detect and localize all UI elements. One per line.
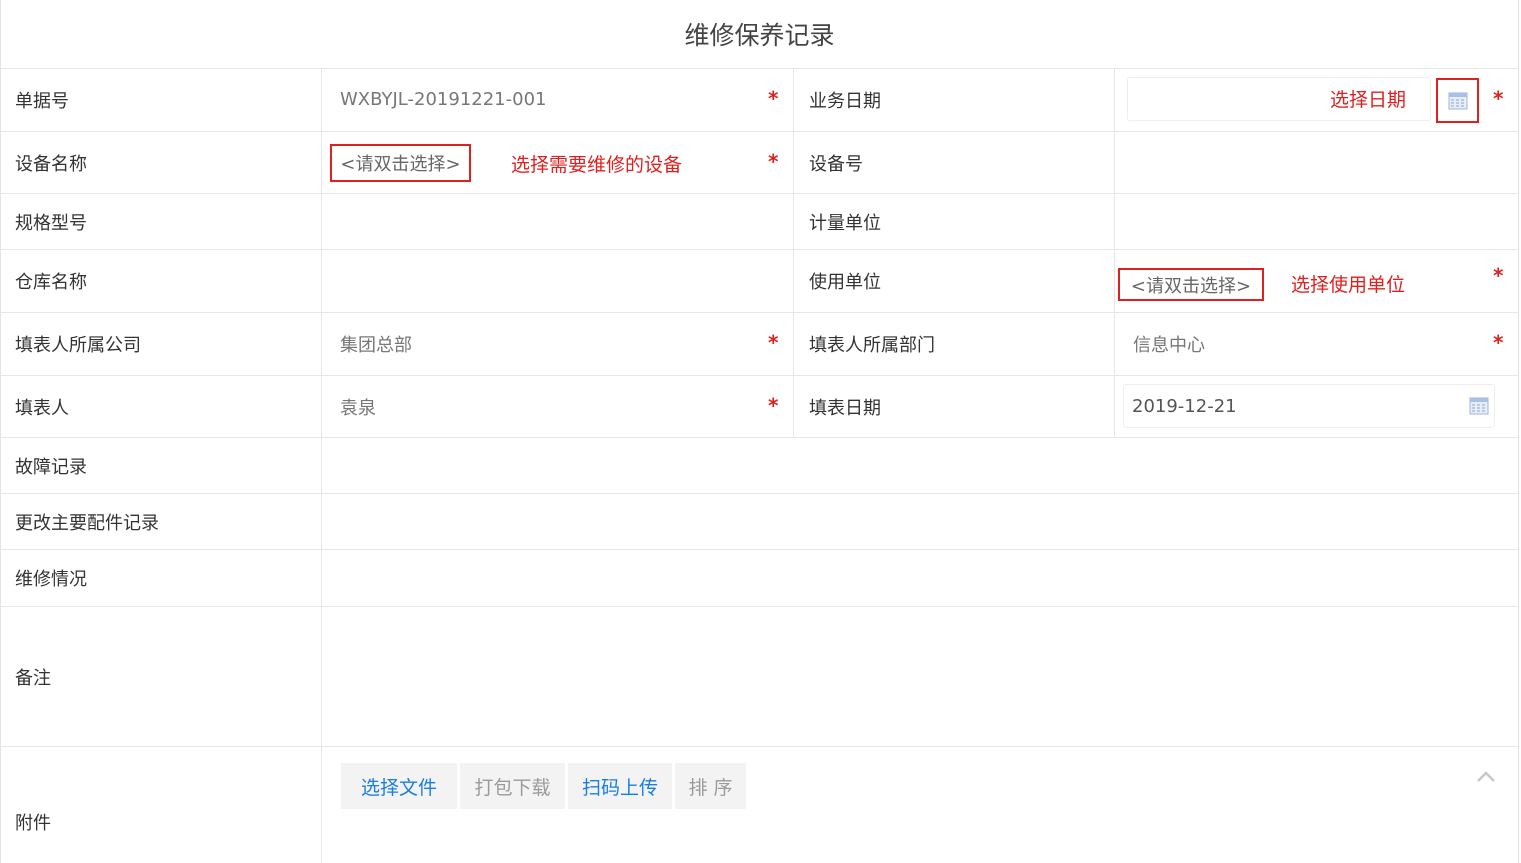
device-name-picker[interactable]: <请双击选择> xyxy=(330,144,471,182)
unit-field[interactable] xyxy=(1114,194,1519,249)
biz-date-label: 业务日期 xyxy=(793,68,1114,131)
fault-record-label: 故障记录 xyxy=(15,456,87,478)
company-value: 集团总部 xyxy=(340,335,412,356)
filler-field[interactable]: 袁泉 * xyxy=(321,376,793,437)
row-repair-status: 维修情况 xyxy=(0,550,1519,607)
calendar-button[interactable] xyxy=(1436,78,1479,123)
row-filler: 填表人 袁泉 * 填表日期 2019-12-21 xyxy=(0,376,1519,438)
required-mark: * xyxy=(1493,330,1504,355)
doc-no-label: 单据号 xyxy=(15,90,69,112)
row-device-name: 设备名称 <请双击选择> 选择需要维修的设备 * 设备号 xyxy=(0,132,1519,194)
warehouse-label: 仓库名称 xyxy=(15,272,87,293)
warehouse-field[interactable] xyxy=(321,250,793,312)
device-no-field[interactable] xyxy=(1114,132,1519,193)
fill-date-input[interactable]: 2019-12-21 xyxy=(1123,384,1495,428)
spec-model-label: 规格型号 xyxy=(15,212,87,234)
scan-upload-button[interactable]: 扫码上传 xyxy=(568,763,672,809)
required-mark: * xyxy=(768,149,779,174)
calendar-icon xyxy=(1448,92,1467,110)
use-dept-picker[interactable]: <请双击选择> xyxy=(1118,268,1264,301)
required-mark: * xyxy=(768,86,779,111)
select-file-button[interactable]: 选择文件 xyxy=(341,763,457,809)
repair-status-label: 维修情况 xyxy=(15,569,87,590)
department-field[interactable]: 信息中心 * xyxy=(1114,313,1519,375)
row-attachment: 附件 xyxy=(0,747,1519,863)
device-name-label: 设备名称 xyxy=(15,153,87,175)
required-mark: * xyxy=(768,393,779,418)
row-doc-no: 单据号 WXBYJL-20191221-001 * 业务日期 选择日期 * xyxy=(0,68,1519,132)
fault-record-field[interactable] xyxy=(321,438,1519,493)
doc-no-value: WXBYJL-20191221-001 xyxy=(340,89,547,110)
parts-record-field[interactable] xyxy=(321,494,1519,549)
biz-date-annotation: 选择日期 xyxy=(1330,89,1407,111)
biz-date-cell: 选择日期 * xyxy=(1114,68,1519,131)
remarks-field[interactable] xyxy=(321,607,1519,746)
row-company: 填表人所属公司 集团总部 * 填表人所属部门 信息中心 * xyxy=(0,313,1519,376)
row-warehouse: 仓库名称 使用单位 <请双击选择> 选择使用单位 * xyxy=(0,250,1519,313)
remarks-label: 备注 xyxy=(15,667,51,689)
sort-button[interactable]: 排 序 xyxy=(675,763,746,809)
department-value: 信息中心 xyxy=(1133,335,1205,356)
chevron-up-icon[interactable] xyxy=(1476,770,1496,784)
company-label: 填表人所属公司 xyxy=(15,335,141,356)
unit-label: 计量单位 xyxy=(793,194,1114,249)
fill-date-label: 填表日期 xyxy=(793,376,1114,437)
fill-date-value: 2019-12-21 xyxy=(1132,395,1237,417)
use-dept-cell: <请双击选择> 选择使用单位 * xyxy=(1114,250,1519,312)
row-parts-record: 更改主要配件记录 xyxy=(0,494,1519,550)
filler-value: 袁泉 xyxy=(340,397,376,419)
fill-date-cell: 2019-12-21 xyxy=(1114,376,1519,437)
device-name-cell: <请双击选择> 选择需要维修的设备 * xyxy=(321,132,793,193)
calendar-icon[interactable] xyxy=(1469,396,1489,415)
required-mark: * xyxy=(768,330,779,355)
row-fault-record: 故障记录 xyxy=(0,438,1519,494)
row-spec: 规格型号 计量单位 xyxy=(0,194,1519,250)
filler-label: 填表人 xyxy=(15,397,69,419)
company-field[interactable]: 集团总部 * xyxy=(321,313,793,375)
department-label: 填表人所属部门 xyxy=(793,313,1114,375)
page-title: 维修保养记录 xyxy=(0,0,1519,69)
pack-download-button[interactable]: 打包下载 xyxy=(460,763,565,809)
parts-record-label: 更改主要配件记录 xyxy=(15,512,159,534)
doc-no-field[interactable]: WXBYJL-20191221-001 * xyxy=(321,68,793,131)
attachment-label: 附件 xyxy=(15,813,51,834)
row-remarks: 备注 xyxy=(0,607,1519,747)
required-mark: * xyxy=(1493,86,1504,111)
use-dept-annotation: 选择使用单位 xyxy=(1291,274,1406,296)
required-mark: * xyxy=(1493,263,1504,288)
device-name-annotation: 选择需要维修的设备 xyxy=(511,154,683,176)
device-no-label: 设备号 xyxy=(793,132,1114,193)
spec-model-field[interactable] xyxy=(321,194,793,249)
use-dept-label: 使用单位 xyxy=(793,250,1114,312)
repair-status-field[interactable] xyxy=(321,550,1519,606)
